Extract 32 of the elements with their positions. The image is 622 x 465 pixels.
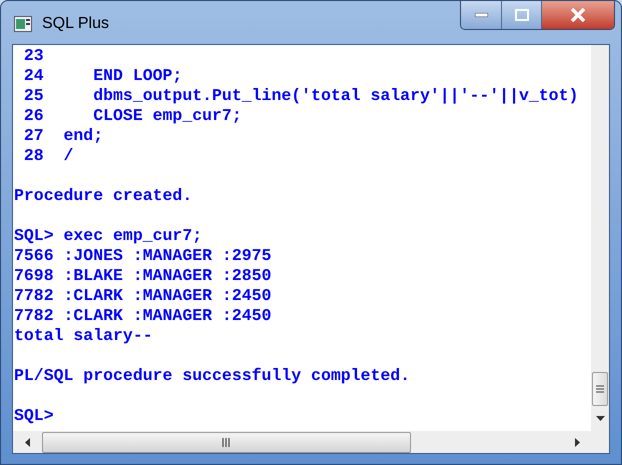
grip-icon — [222, 438, 231, 446]
scroll-right-icon[interactable] — [575, 438, 580, 446]
console-line: Procedure created. — [14, 186, 192, 206]
console-line: 7782 :CLARK :MANAGER :2450 — [14, 286, 272, 306]
minimize-icon — [474, 13, 488, 17]
close-icon — [570, 8, 586, 22]
scroll-down-icon[interactable] — [596, 416, 604, 421]
console-line: 27 end; — [22, 126, 104, 146]
console-line: total salary-- — [14, 326, 153, 346]
console-line: SQL> exec emp_cur7; — [14, 226, 202, 246]
console-line: 7566 :JONES :MANAGER :2975 — [14, 246, 272, 266]
scroll-thumb[interactable] — [592, 372, 608, 406]
console-line: 23 — [22, 46, 44, 66]
grip-icon — [596, 384, 604, 394]
maximize-icon — [514, 9, 528, 21]
console-line: 7698 :BLAKE :MANAGER :2850 — [14, 266, 272, 286]
close-button[interactable] — [542, 1, 614, 29]
vertical-scrollbar[interactable] — [591, 45, 609, 431]
minimize-button[interactable] — [461, 1, 502, 29]
app-icon — [14, 16, 32, 32]
horizontal-scrollbar[interactable] — [13, 431, 609, 453]
scroll-left-icon[interactable] — [25, 438, 30, 446]
console-line: 7782 :CLARK :MANAGER :2450 — [14, 306, 272, 326]
console-line: 28 / — [22, 146, 74, 166]
scroll-thumb[interactable] — [42, 432, 411, 452]
console-line: 26 CLOSE emp_cur7; — [22, 106, 242, 126]
console-line: SQL> — [14, 406, 54, 426]
console-line: 24 END LOOP; — [22, 66, 182, 86]
console-line: 25 dbms_output.Put_line('total salary'||'--'||v_tot) — [22, 86, 578, 106]
window-title: SQL Plus — [42, 14, 109, 34]
console-line: PL/SQL procedure successfully completed. — [14, 366, 410, 386]
maximize-button[interactable] — [502, 1, 542, 29]
